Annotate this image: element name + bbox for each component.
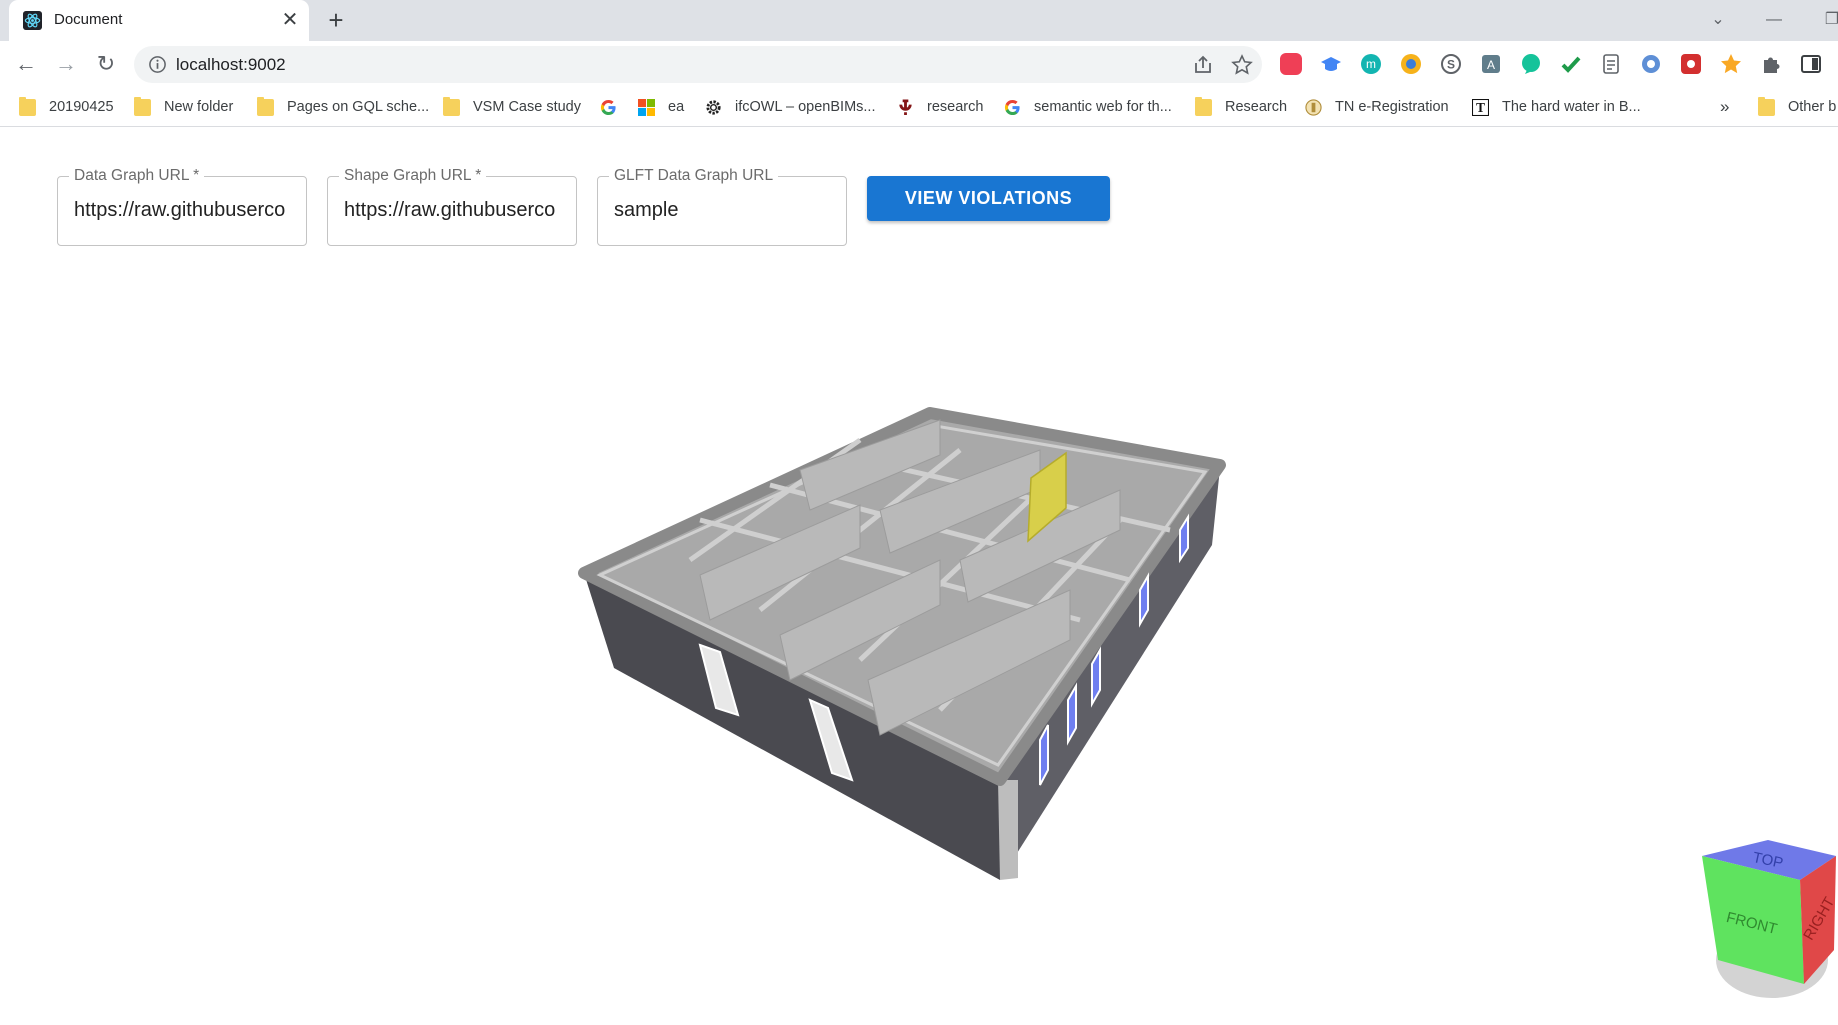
screencast-icon[interactable] bbox=[1680, 53, 1702, 75]
forward-button[interactable]: → bbox=[51, 49, 81, 79]
reload-button[interactable]: ↻ bbox=[91, 49, 121, 79]
ou-icon bbox=[899, 98, 912, 115]
translate-icon[interactable]: A bbox=[1480, 53, 1502, 75]
view-violations-button[interactable]: VIEW VIOLATIONS bbox=[867, 176, 1110, 221]
data-graph-url-field[interactable]: Data Graph URL * bbox=[57, 167, 307, 246]
star-icon[interactable] bbox=[1230, 53, 1254, 77]
tab-manager-icon[interactable] bbox=[1640, 53, 1662, 75]
side-panel-icon[interactable] bbox=[1800, 53, 1822, 75]
svg-text:S: S bbox=[1447, 58, 1455, 72]
tab-close-icon[interactable]: ✕ bbox=[279, 9, 301, 31]
bookmark-label: ifcOWL – openBIMs... bbox=[735, 99, 876, 115]
bookmark-item[interactable]: VSM Case study bbox=[443, 96, 581, 118]
folder-icon bbox=[19, 96, 36, 116]
tab-strip: Document ✕ + ⌄ — ❐ bbox=[0, 0, 1838, 41]
url-text: localhost:9002 bbox=[176, 55, 286, 74]
bookmark-item[interactable]: Research bbox=[1195, 96, 1287, 118]
extensions-puzzle-icon[interactable] bbox=[1760, 53, 1782, 75]
bookmarks-overflow-button[interactable]: » bbox=[1720, 96, 1729, 118]
browser-toolbar: ← → ↻ localhost:9002 m S A bbox=[0, 41, 1838, 87]
folder-icon bbox=[443, 96, 460, 116]
shape-graph-url-field[interactable]: Shape Graph URL * bbox=[327, 167, 577, 246]
exterior-wall-front-edge bbox=[998, 780, 1018, 880]
skype-icon[interactable]: S bbox=[1440, 53, 1462, 75]
tab-title: Document bbox=[54, 11, 123, 28]
shape-graph-url-label: Shape Graph URL * bbox=[339, 167, 487, 185]
bookmark-label: New folder bbox=[164, 99, 234, 115]
gltf-data-graph-url-label: GLFT Data Graph URL bbox=[609, 167, 779, 185]
google-icon bbox=[600, 99, 616, 115]
other-bookmarks-button[interactable]: Other b bbox=[1758, 96, 1836, 118]
bookmark-item[interactable]: T The hard water in B... bbox=[1472, 96, 1641, 118]
other-bookmarks-label: Other b bbox=[1788, 99, 1837, 115]
svg-text:m: m bbox=[1366, 57, 1376, 71]
gltf-data-graph-url-field[interactable]: GLFT Data Graph URL bbox=[597, 167, 847, 246]
folder-icon bbox=[134, 96, 151, 116]
browser-tab[interactable]: Document ✕ bbox=[9, 0, 309, 41]
honey-icon[interactable] bbox=[1400, 53, 1422, 75]
microsoft-icon bbox=[638, 98, 655, 116]
bookmark-label: VSM Case study bbox=[473, 99, 581, 115]
nyt-icon: T bbox=[1472, 98, 1489, 116]
bookmark-label: research bbox=[927, 99, 984, 115]
react-icon bbox=[23, 11, 42, 30]
graduation-icon[interactable] bbox=[1320, 53, 1342, 75]
minimize-button[interactable]: — bbox=[1762, 8, 1786, 32]
bookmark-label: 20190425 bbox=[49, 99, 114, 115]
back-button[interactable]: ← bbox=[11, 49, 41, 79]
share-icon[interactable] bbox=[1191, 53, 1215, 77]
address-bar[interactable]: localhost:9002 bbox=[134, 46, 1262, 83]
google-icon bbox=[1004, 99, 1020, 115]
m-circle-icon[interactable]: m bbox=[1360, 53, 1382, 75]
folder-icon bbox=[257, 96, 274, 116]
info-icon[interactable] bbox=[148, 55, 167, 74]
bookmark-item[interactable]: semantic web for th... bbox=[1004, 96, 1172, 118]
svg-text:T: T bbox=[1476, 100, 1485, 115]
bookmark-item[interactable]: ea bbox=[638, 96, 684, 118]
folder-icon bbox=[1758, 96, 1775, 116]
bookmark-label: ea bbox=[668, 99, 685, 115]
bookmark-label: The hard water in B... bbox=[1502, 99, 1641, 115]
favorite-star-icon[interactable] bbox=[1720, 53, 1742, 75]
pocket-icon[interactable] bbox=[1280, 53, 1302, 75]
bookmark-label: Research bbox=[1225, 99, 1288, 115]
checkmark-icon[interactable] bbox=[1560, 53, 1582, 75]
bookmark-item[interactable]: New folder bbox=[134, 96, 233, 118]
bookmark-item[interactable]: ifcOWL – openBIMs... bbox=[705, 96, 875, 118]
data-graph-url-label: Data Graph URL * bbox=[69, 167, 205, 185]
bookmark-label: TN e-Registration bbox=[1335, 99, 1449, 115]
bookmark-item[interactable]: Pages on GQL sche... bbox=[257, 96, 429, 118]
bookmarks-bar: 20190425 New folder Pages on GQL sche...… bbox=[0, 87, 1838, 127]
tab-search-icon[interactable]: ⌄ bbox=[1706, 8, 1730, 32]
folder-icon bbox=[1195, 96, 1212, 116]
shape-graph-url-input[interactable] bbox=[344, 199, 566, 222]
new-tab-button[interactable]: + bbox=[322, 6, 350, 34]
svg-text:A: A bbox=[1487, 58, 1495, 72]
document-icon[interactable] bbox=[1600, 53, 1622, 75]
data-graph-url-input[interactable] bbox=[74, 199, 296, 222]
bookmark-label: Pages on GQL sche... bbox=[287, 99, 430, 115]
gltf-data-graph-url-input[interactable] bbox=[614, 199, 836, 222]
restore-button[interactable]: ❐ bbox=[1820, 8, 1838, 32]
bookmark-item[interactable]: 20190425 bbox=[19, 96, 114, 118]
grammarly-icon[interactable] bbox=[1520, 53, 1542, 75]
gear-icon bbox=[706, 99, 721, 115]
bookmark-item[interactable]: research bbox=[897, 96, 983, 118]
bookmark-item[interactable] bbox=[600, 96, 617, 118]
building-model-viewport[interactable] bbox=[560, 400, 1240, 900]
view-cube[interactable]: TOP FRONT RIGHT bbox=[1690, 830, 1838, 1010]
bookmark-item[interactable]: TN e-Registration bbox=[1305, 96, 1449, 118]
emblem-icon bbox=[1305, 98, 1322, 116]
bookmark-label: semantic web for th... bbox=[1034, 99, 1172, 115]
